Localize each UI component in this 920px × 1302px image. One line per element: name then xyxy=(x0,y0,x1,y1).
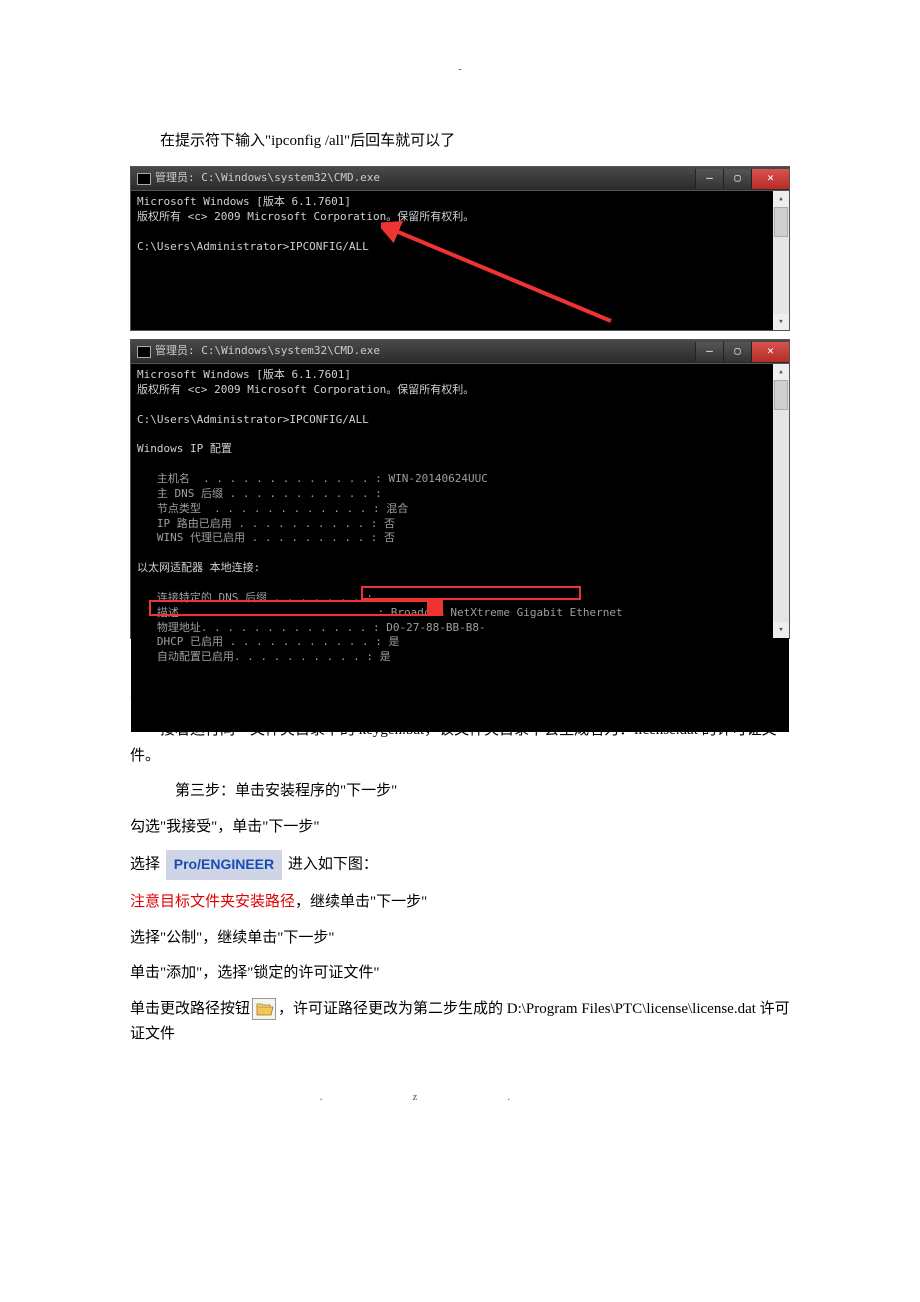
p-accept: 勾选"我接受"，单击"下一步" xyxy=(130,815,790,841)
p-warn-path: 注意目标文件夹安装路径，继续单击"下一步" xyxy=(130,890,790,916)
cmd-adapter-header: 以太网适配器 本地连接: xyxy=(137,561,260,574)
cmd-body: Microsoft Windows [版本 6.1.7601] 版权所有 <c>… xyxy=(131,191,789,307)
cmd-window-1: 管理员: C:\Windows\system32\CMD.exe Microso… xyxy=(130,166,790,331)
scroll-up-icon[interactable]: ▴ xyxy=(773,364,789,380)
close-button[interactable] xyxy=(751,169,789,189)
maximize-button[interactable] xyxy=(723,169,751,189)
cmd-header: Windows IP 配置 xyxy=(137,442,232,455)
cmd-line: Microsoft Windows [版本 6.1.7601] xyxy=(137,368,351,381)
cmd-line: 主 DNS 后缀 . . . . . . . . . . . : xyxy=(137,487,382,500)
cmd-line: 节点类型 . . . . . . . . . . . . : 混合 xyxy=(137,502,408,515)
red-highlight-desc xyxy=(361,586,581,600)
footer-z: z. xyxy=(413,1091,601,1103)
scroll-down-icon[interactable]: ▾ xyxy=(773,314,789,330)
p-change-path: 单击更改路径按钮 ，许可证路径更改为第二步生成的 D:\Program File… xyxy=(130,997,790,1048)
cmd-body: Microsoft Windows [版本 6.1.7601] 版权所有 <c>… xyxy=(131,364,789,732)
minimize-button[interactable] xyxy=(695,342,723,362)
cmd-icon xyxy=(137,173,151,185)
cmd-line: IP 路由已启用 . . . . . . . . . . : 否 xyxy=(137,517,395,530)
cmd-title: 管理员: C:\Windows\system32\CMD.exe xyxy=(155,342,380,361)
scroll-down-icon[interactable]: ▾ xyxy=(773,622,789,638)
select-suffix: 进入如下图： xyxy=(288,857,378,873)
cmd-line: 物理地址. . . . . . . . . . . . . : D0-27-88… xyxy=(137,621,486,634)
red-arrow-icon xyxy=(381,221,621,331)
maximize-button[interactable] xyxy=(723,342,751,362)
cmd-line: 版权所有 <c> 2009 Microsoft Corporation。保留所有… xyxy=(137,210,474,223)
scrollbar[interactable]: ▴ ▾ xyxy=(773,364,789,638)
footer-dot: . xyxy=(320,1091,413,1103)
minimize-button[interactable] xyxy=(695,169,723,189)
warn-rest: ，继续单击"下一步" xyxy=(295,894,427,910)
warn-red: 注意目标文件夹安装路径 xyxy=(130,894,295,910)
select-prefix: 选择 xyxy=(130,857,164,873)
cmd-line: 版权所有 <c> 2009 Microsoft Corporation。保留所有… xyxy=(137,383,474,396)
pro-engineer-badge: Pro/ENGINEER xyxy=(166,850,282,880)
red-highlight-box-small xyxy=(429,600,443,616)
p-select-pro: 选择 Pro/ENGINEER 进入如下图： xyxy=(130,850,790,880)
cmd-line: Microsoft Windows [版本 6.1.7601] xyxy=(137,195,351,208)
cmd-line: WINS 代理已启用 . . . . . . . . . : 否 xyxy=(137,531,395,544)
scroll-up-icon[interactable]: ▴ xyxy=(773,191,789,207)
page-marker-top: - xyxy=(130,60,790,79)
scroll-thumb[interactable] xyxy=(774,207,788,237)
cmd-titlebar: 管理员: C:\Windows\system32\CMD.exe xyxy=(131,340,789,364)
cmd-prompt: C:\Users\Administrator>IPCONFIG/ALL xyxy=(137,413,369,426)
page-footer: .z. xyxy=(130,1088,790,1107)
folder-open-icon[interactable] xyxy=(252,998,276,1020)
p-add: 单击"添加"，选择"锁定的许可证文件" xyxy=(130,961,790,987)
change-prefix: 单击更改路径按钮 xyxy=(130,1001,250,1017)
scroll-thumb[interactable] xyxy=(774,380,788,410)
intro-text: 在提示符下输入"ipconfig /all"后回车就可以了 xyxy=(130,129,790,155)
cmd-title: 管理员: C:\Windows\system32\CMD.exe xyxy=(155,169,380,188)
cmd-prompt: C:\Users\Administrator>IPCONFIG/ALL xyxy=(137,240,369,253)
p-step3: 第三步：单击安装程序的"下一步" xyxy=(130,779,790,805)
close-button[interactable] xyxy=(751,342,789,362)
scrollbar[interactable]: ▴ ▾ xyxy=(773,191,789,330)
cmd-window-2: 管理员: C:\Windows\system32\CMD.exe Microso… xyxy=(130,339,790,639)
p-metric: 选择"公制"，继续单击"下一步" xyxy=(130,926,790,952)
cmd-line: DHCP 已启用 . . . . . . . . . . . : 是 xyxy=(137,635,400,648)
cmd-line: 自动配置已启用. . . . . . . . . . : 是 xyxy=(137,650,391,663)
cmd-titlebar: 管理员: C:\Windows\system32\CMD.exe xyxy=(131,167,789,191)
cmd-icon xyxy=(137,346,151,358)
red-highlight-box xyxy=(149,600,429,616)
cmd-line: 主机名 . . . . . . . . . . . . . : WIN-2014… xyxy=(137,472,488,485)
